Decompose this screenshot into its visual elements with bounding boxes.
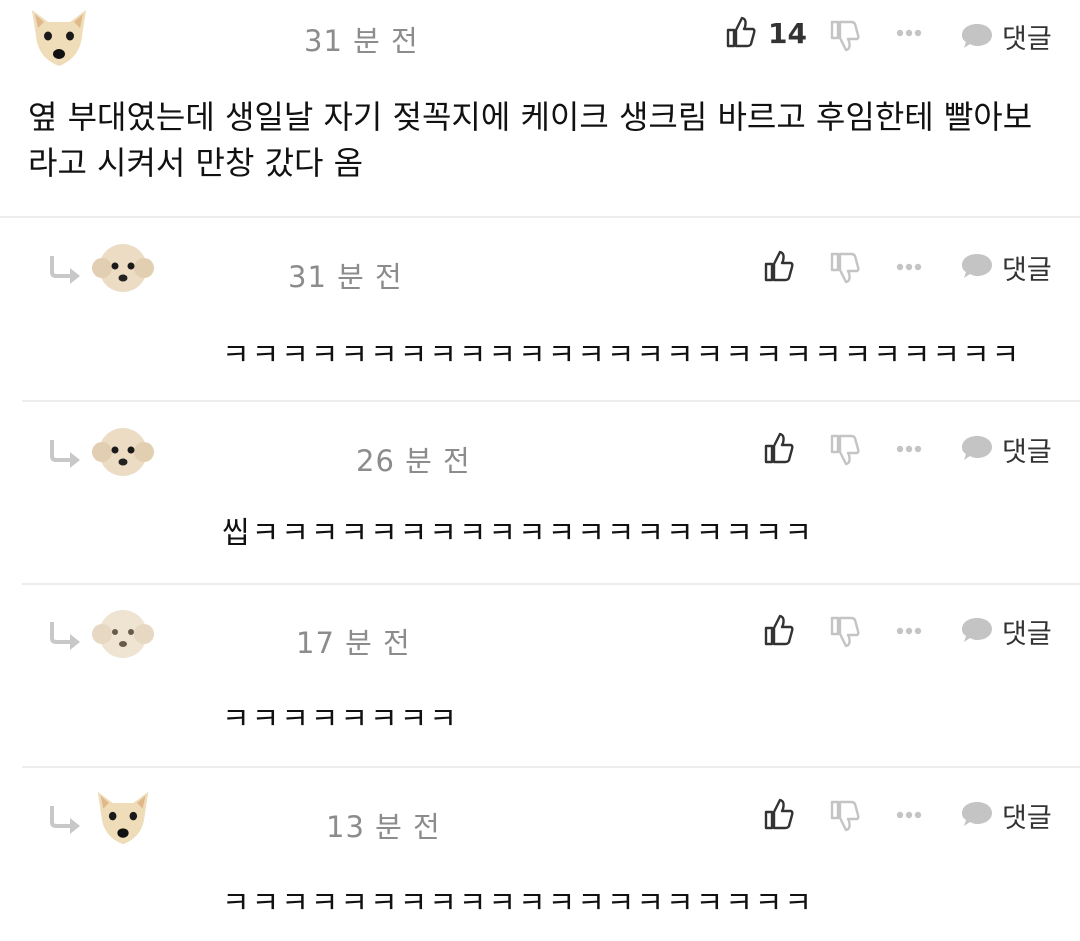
divider xyxy=(22,400,1080,402)
speech-bubble-icon[interactable] xyxy=(960,252,994,280)
thumbs-down-icon[interactable] xyxy=(830,20,860,52)
reply-time: 13 분 전 xyxy=(326,810,441,844)
thumbs-up-icon[interactable] xyxy=(726,16,756,48)
divider xyxy=(0,216,1080,218)
poodle-avatar[interactable] xyxy=(92,422,154,482)
reply-time: 17 분 전 xyxy=(296,626,411,660)
comment-thread: 31 분 전 14 댓글 옆 부대였는데 생일날 자기 젖꼭지에 케이크 생크림… xyxy=(0,0,1080,941)
reply-button-label[interactable]: 댓글 xyxy=(1002,17,1052,56)
reply-arrow-icon xyxy=(46,438,84,470)
chihuahua-avatar[interactable] xyxy=(92,788,154,848)
reply-button-label[interactable]: 댓글 xyxy=(1002,248,1052,287)
more-dots-icon[interactable] xyxy=(896,444,922,454)
thumbs-up-icon[interactable] xyxy=(764,432,794,464)
more-dots-icon[interactable] xyxy=(896,28,922,38)
reply-arrow-icon xyxy=(46,804,84,836)
poodle-avatar[interactable] xyxy=(92,604,154,664)
comment-actions: 14 댓글 xyxy=(0,0,1080,60)
reply-text: ㅋㅋㅋㅋㅋㅋㅋㅋㅋㅋㅋㅋㅋㅋㅋㅋㅋㅋㅋㅋㅋㅋㅋㅋㅋㅋㅋ xyxy=(222,338,1022,373)
reply-button-label[interactable]: 댓글 xyxy=(1002,796,1052,835)
speech-bubble-icon[interactable] xyxy=(960,22,994,50)
more-dots-icon[interactable] xyxy=(896,262,922,272)
thumbs-up-icon[interactable] xyxy=(764,614,794,646)
reply-item: 17 분 전 댓글 ㅋㅋㅋㅋㅋㅋㅋㅋ xyxy=(0,600,1080,783)
more-dots-icon[interactable] xyxy=(896,626,922,636)
thumbs-down-icon[interactable] xyxy=(830,616,860,648)
reply-text: ㅋㅋㅋㅋㅋㅋㅋㅋ xyxy=(222,702,459,737)
reply-item: 31 분 전 댓글 ㅋㅋㅋㅋㅋㅋㅋㅋㅋㅋㅋㅋㅋㅋㅋㅋㅋㅋㅋㅋㅋㅋㅋㅋㅋㅋㅋ xyxy=(0,234,1080,417)
divider xyxy=(22,583,1080,585)
reply-arrow-icon xyxy=(46,620,84,652)
poodle-avatar[interactable] xyxy=(92,238,154,298)
like-count: 14 xyxy=(768,17,807,50)
reply-time: 26 분 전 xyxy=(356,444,471,478)
speech-bubble-icon[interactable] xyxy=(960,800,994,828)
thumbs-down-icon[interactable] xyxy=(830,252,860,284)
thumbs-up-icon[interactable] xyxy=(764,250,794,282)
more-dots-icon[interactable] xyxy=(896,810,922,820)
speech-bubble-icon[interactable] xyxy=(960,616,994,644)
reply-button-label[interactable]: 댓글 xyxy=(1002,430,1052,469)
reply-button-label[interactable]: 댓글 xyxy=(1002,612,1052,651)
reply-time: 31 분 전 xyxy=(288,260,403,294)
reply-item: 26 분 전 댓글 씹ㅋㅋㅋㅋㅋㅋㅋㅋㅋㅋㅋㅋㅋㅋㅋㅋㅋㅋㅋ xyxy=(0,418,1080,601)
divider xyxy=(22,766,1080,768)
reply-item: 13 분 전 댓글 ㅋㅋㅋㅋㅋㅋㅋㅋㅋㅋㅋㅋㅋㅋㅋㅋㅋㅋㅋㅋ xyxy=(0,784,1080,941)
comment-text: 옆 부대였는데 생일날 자기 젖꼭지에 케이크 생크림 바르고 후임한테 빨아보… xyxy=(28,98,1033,182)
reply-arrow-icon xyxy=(46,254,84,286)
speech-bubble-icon[interactable] xyxy=(960,434,994,462)
reply-text: ㅋㅋㅋㅋㅋㅋㅋㅋㅋㅋㅋㅋㅋㅋㅋㅋㅋㅋㅋㅋ xyxy=(222,886,814,921)
thumbs-up-icon[interactable] xyxy=(764,798,794,830)
thumbs-down-icon[interactable] xyxy=(830,800,860,832)
thumbs-down-icon[interactable] xyxy=(830,434,860,466)
reply-text: 씹ㅋㅋㅋㅋㅋㅋㅋㅋㅋㅋㅋㅋㅋㅋㅋㅋㅋㅋㅋ xyxy=(222,516,814,551)
main-comment: 31 분 전 14 댓글 옆 부대였는데 생일날 자기 젖꼭지에 케이크 생크림… xyxy=(0,0,1080,216)
